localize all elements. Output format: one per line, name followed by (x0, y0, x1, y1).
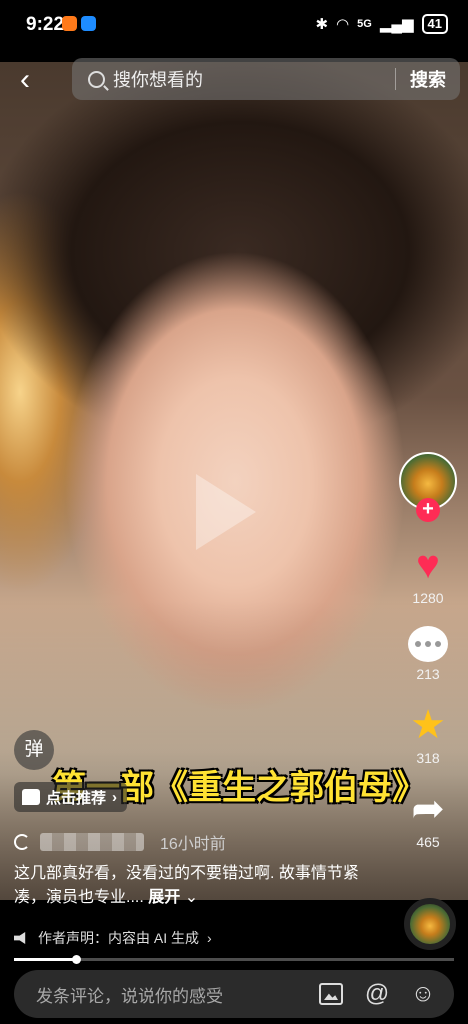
author-row[interactable]: 16小时前 (14, 830, 226, 854)
progress-fill (14, 958, 76, 961)
notification-icons (62, 16, 96, 31)
comment-placeholder: 发条评论，说说你的感受 (36, 986, 223, 1006)
star-icon: ★ (410, 703, 446, 747)
post-time: 16小时前 (160, 836, 226, 853)
promote-button[interactable]: 点击推荐 › (14, 782, 128, 812)
comment-input[interactable]: 发条评论，说说你的感受 @ ☺ (14, 970, 454, 1018)
chevron-down-icon: ⌄ (184, 889, 199, 906)
video-progress-bar[interactable] (14, 955, 454, 964)
like-count: 1280 (412, 590, 444, 606)
comment-count: 213 (416, 666, 440, 682)
shield-app-icon (81, 16, 96, 31)
status-bar: 9:22 ✱ ◠ 5G ▂▄▆ 41 (0, 0, 468, 62)
network-type: 5G (357, 18, 372, 30)
search-input[interactable]: 搜你想看的 (113, 66, 395, 92)
speaker-icon (14, 932, 26, 944)
ai-disclosure[interactable]: 作者声明：内容由 AI 生成 › (14, 928, 212, 948)
expand-link[interactable]: 展开 (148, 889, 180, 906)
promote-label: 点击推荐 (46, 789, 107, 807)
back-arrow-icon[interactable]: ‹ (20, 64, 30, 96)
signal-icon: ▂▄▆ (379, 16, 414, 33)
video-description[interactable]: 这几部真好看，没看过的不要错过啊. 故事情节紧凑，演员也专业.... 展开 ⌄ (14, 862, 374, 910)
author-badge-icon (14, 834, 30, 850)
comment-action[interactable]: 213 (398, 626, 458, 682)
bluetooth-icon: ✱ (315, 16, 329, 33)
share-count: 465 (416, 834, 440, 850)
comment-icon (408, 626, 448, 662)
favorite-action[interactable]: ★ 318 (398, 702, 458, 766)
follow-button[interactable]: + (416, 498, 440, 522)
search-icon (88, 70, 105, 88)
play-icon[interactable] (196, 474, 256, 550)
emoji-icon[interactable]: ☺ (408, 979, 438, 1009)
search-bar[interactable]: 搜你想看的 搜索 (72, 58, 460, 100)
ai-notice-text: 作者声明：内容由 AI 生成 (38, 930, 200, 946)
chevron-right-icon: › (112, 788, 118, 806)
like-action[interactable]: ♥ 1280 (398, 542, 458, 606)
system-icons: ✱ ◠ 5G ▂▄▆ 41 (315, 14, 448, 34)
author-name-blurred[interactable] (40, 833, 144, 851)
weibo-app-icon (62, 16, 77, 31)
search-button[interactable]: 搜索 (396, 66, 460, 92)
thumbs-up-icon (22, 789, 40, 805)
music-disc[interactable] (404, 898, 456, 950)
image-icon[interactable] (316, 979, 346, 1009)
comment-bar: 发条评论，说说你的感受 @ ☺ (0, 966, 468, 1024)
wifi-icon: ◠ (336, 16, 350, 33)
mention-icon[interactable]: @ (362, 979, 392, 1009)
battery-indicator: 41 (421, 14, 448, 34)
clock: 9:22 (26, 14, 65, 35)
heart-icon: ♥ (416, 543, 440, 587)
chevron-right-icon: › (207, 930, 212, 946)
progress-knob[interactable] (71, 955, 81, 964)
danmaku-toggle[interactable]: 弹 (14, 730, 54, 770)
